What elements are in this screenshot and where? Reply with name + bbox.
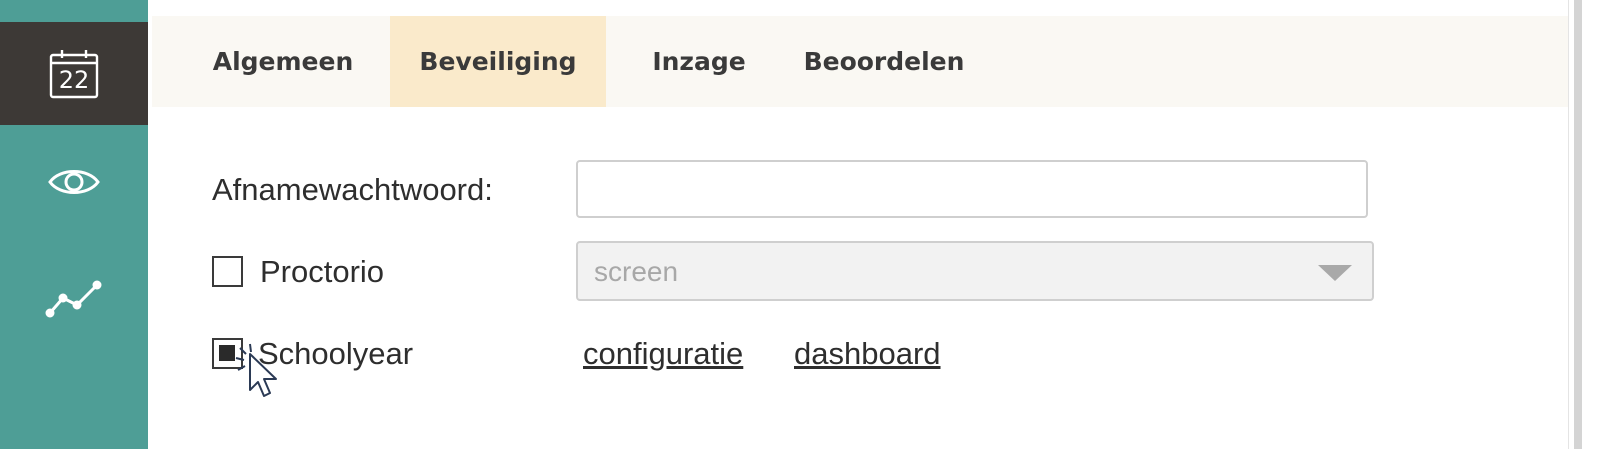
proctorio-checkbox[interactable] bbox=[212, 256, 243, 287]
tab-inzage[interactable]: Inzage bbox=[606, 16, 792, 107]
password-input[interactable] bbox=[576, 160, 1368, 218]
tab-beveiliging[interactable]: Beveiliging bbox=[390, 16, 606, 107]
tab-label: Beveiliging bbox=[419, 47, 577, 76]
sidebar-item-statistics[interactable] bbox=[0, 246, 148, 356]
scrollbar[interactable] bbox=[1574, 0, 1582, 449]
tab-label: Algemeen bbox=[212, 47, 354, 76]
password-label: Afnamewachtwoord: bbox=[212, 172, 493, 207]
tab-bar: Algemeen Beveiliging Inzage Beoordelen bbox=[152, 16, 1568, 107]
proctorio-label: Proctorio bbox=[260, 254, 385, 289]
sidebar-item-inzage[interactable] bbox=[0, 128, 148, 240]
tab-label: Inzage bbox=[652, 47, 746, 76]
sidebar: 22 bbox=[0, 0, 148, 449]
tab-beoordelen[interactable]: Beoordelen bbox=[792, 16, 976, 107]
calendar-icon: 22 bbox=[48, 48, 100, 100]
mouse-cursor-icon bbox=[230, 340, 290, 410]
tab-algemeen[interactable]: Algemeen bbox=[176, 16, 390, 107]
proctorio-mode-select[interactable]: screen bbox=[576, 241, 1374, 301]
sidebar-item-planning[interactable]: 22 bbox=[0, 22, 148, 125]
tab-label: Beoordelen bbox=[803, 47, 965, 76]
select-value: screen bbox=[594, 256, 679, 287]
chevron-down-icon bbox=[1318, 265, 1352, 281]
configuration-link[interactable]: configuratie bbox=[583, 336, 743, 372]
eye-icon bbox=[47, 164, 101, 205]
calendar-day: 22 bbox=[58, 65, 90, 94]
dashboard-link[interactable]: dashboard bbox=[794, 336, 941, 372]
trend-line-icon bbox=[45, 279, 103, 324]
panel-divider bbox=[1568, 0, 1569, 449]
